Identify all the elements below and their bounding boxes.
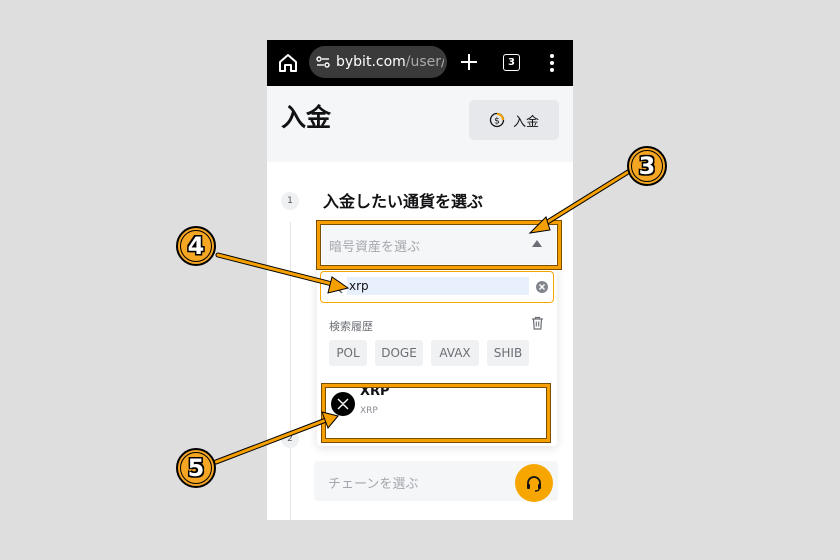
- highlight-xrp-result: [322, 384, 550, 442]
- callout-5-number: 5: [180, 452, 212, 484]
- chain-select-placeholder: チェーンを選ぶ: [328, 477, 419, 492]
- site-settings-icon[interactable]: [315, 54, 331, 70]
- deposit-form: 1 入金したい通貨を選ぶ 暗号資産を選ぶ 2 チェーンを選ぶ xrp 検索履歴 …: [267, 162, 573, 520]
- deposit-coin-icon: $: [489, 112, 505, 128]
- url-path: /user/a: [405, 54, 444, 70]
- deposit-button-label: 入金: [513, 115, 540, 130]
- page-title: 入金: [281, 103, 332, 132]
- phone-screen: bybit.com/user/a 3 入金 $ 入金 1 入金したい通貨を選ぶ: [267, 40, 573, 520]
- new-tab-icon[interactable]: [459, 52, 479, 72]
- callout-3: 3: [627, 146, 667, 186]
- browser-toolbar: bybit.com/user/a 3: [267, 40, 573, 86]
- callout-4: 4: [176, 226, 216, 266]
- home-icon[interactable]: [277, 52, 299, 74]
- callout-5: 5: [176, 448, 216, 488]
- headset-icon: [527, 476, 541, 492]
- trash-icon[interactable]: [531, 316, 544, 330]
- step-number-2: 2: [281, 430, 299, 448]
- highlight-coin-select: [317, 221, 561, 269]
- callout-4-number: 4: [180, 230, 212, 262]
- callout-3-number: 3: [631, 150, 663, 182]
- history-chip-pol[interactable]: POL: [329, 340, 367, 366]
- history-chip-avax[interactable]: AVAX: [431, 340, 479, 366]
- step-connector: [290, 222, 291, 520]
- support-chat-button[interactable]: [515, 464, 553, 502]
- coin-search-box[interactable]: [320, 271, 554, 303]
- step-title: 入金したい通貨を選ぶ: [323, 192, 484, 211]
- more-menu-icon[interactable]: [545, 52, 559, 74]
- tab-count-button[interactable]: 3: [503, 54, 520, 71]
- page-header: 入金 $ 入金: [267, 86, 573, 162]
- coin-search-input[interactable]: [347, 277, 529, 295]
- url-bar[interactable]: bybit.com/user/a: [309, 46, 447, 78]
- url-text: bybit.com/user/a: [336, 54, 444, 70]
- history-chip-doge[interactable]: DOGE: [375, 340, 423, 366]
- step-number-1: 1: [281, 192, 299, 210]
- search-icon: [329, 280, 343, 294]
- svg-text:$: $: [494, 117, 500, 127]
- search-history-label: 検索履歴: [329, 320, 373, 333]
- url-host: bybit.com: [336, 54, 406, 70]
- history-chip-shib[interactable]: SHIB: [487, 340, 529, 366]
- deposit-button[interactable]: $ 入金: [469, 100, 559, 140]
- clear-search-icon[interactable]: [535, 280, 549, 294]
